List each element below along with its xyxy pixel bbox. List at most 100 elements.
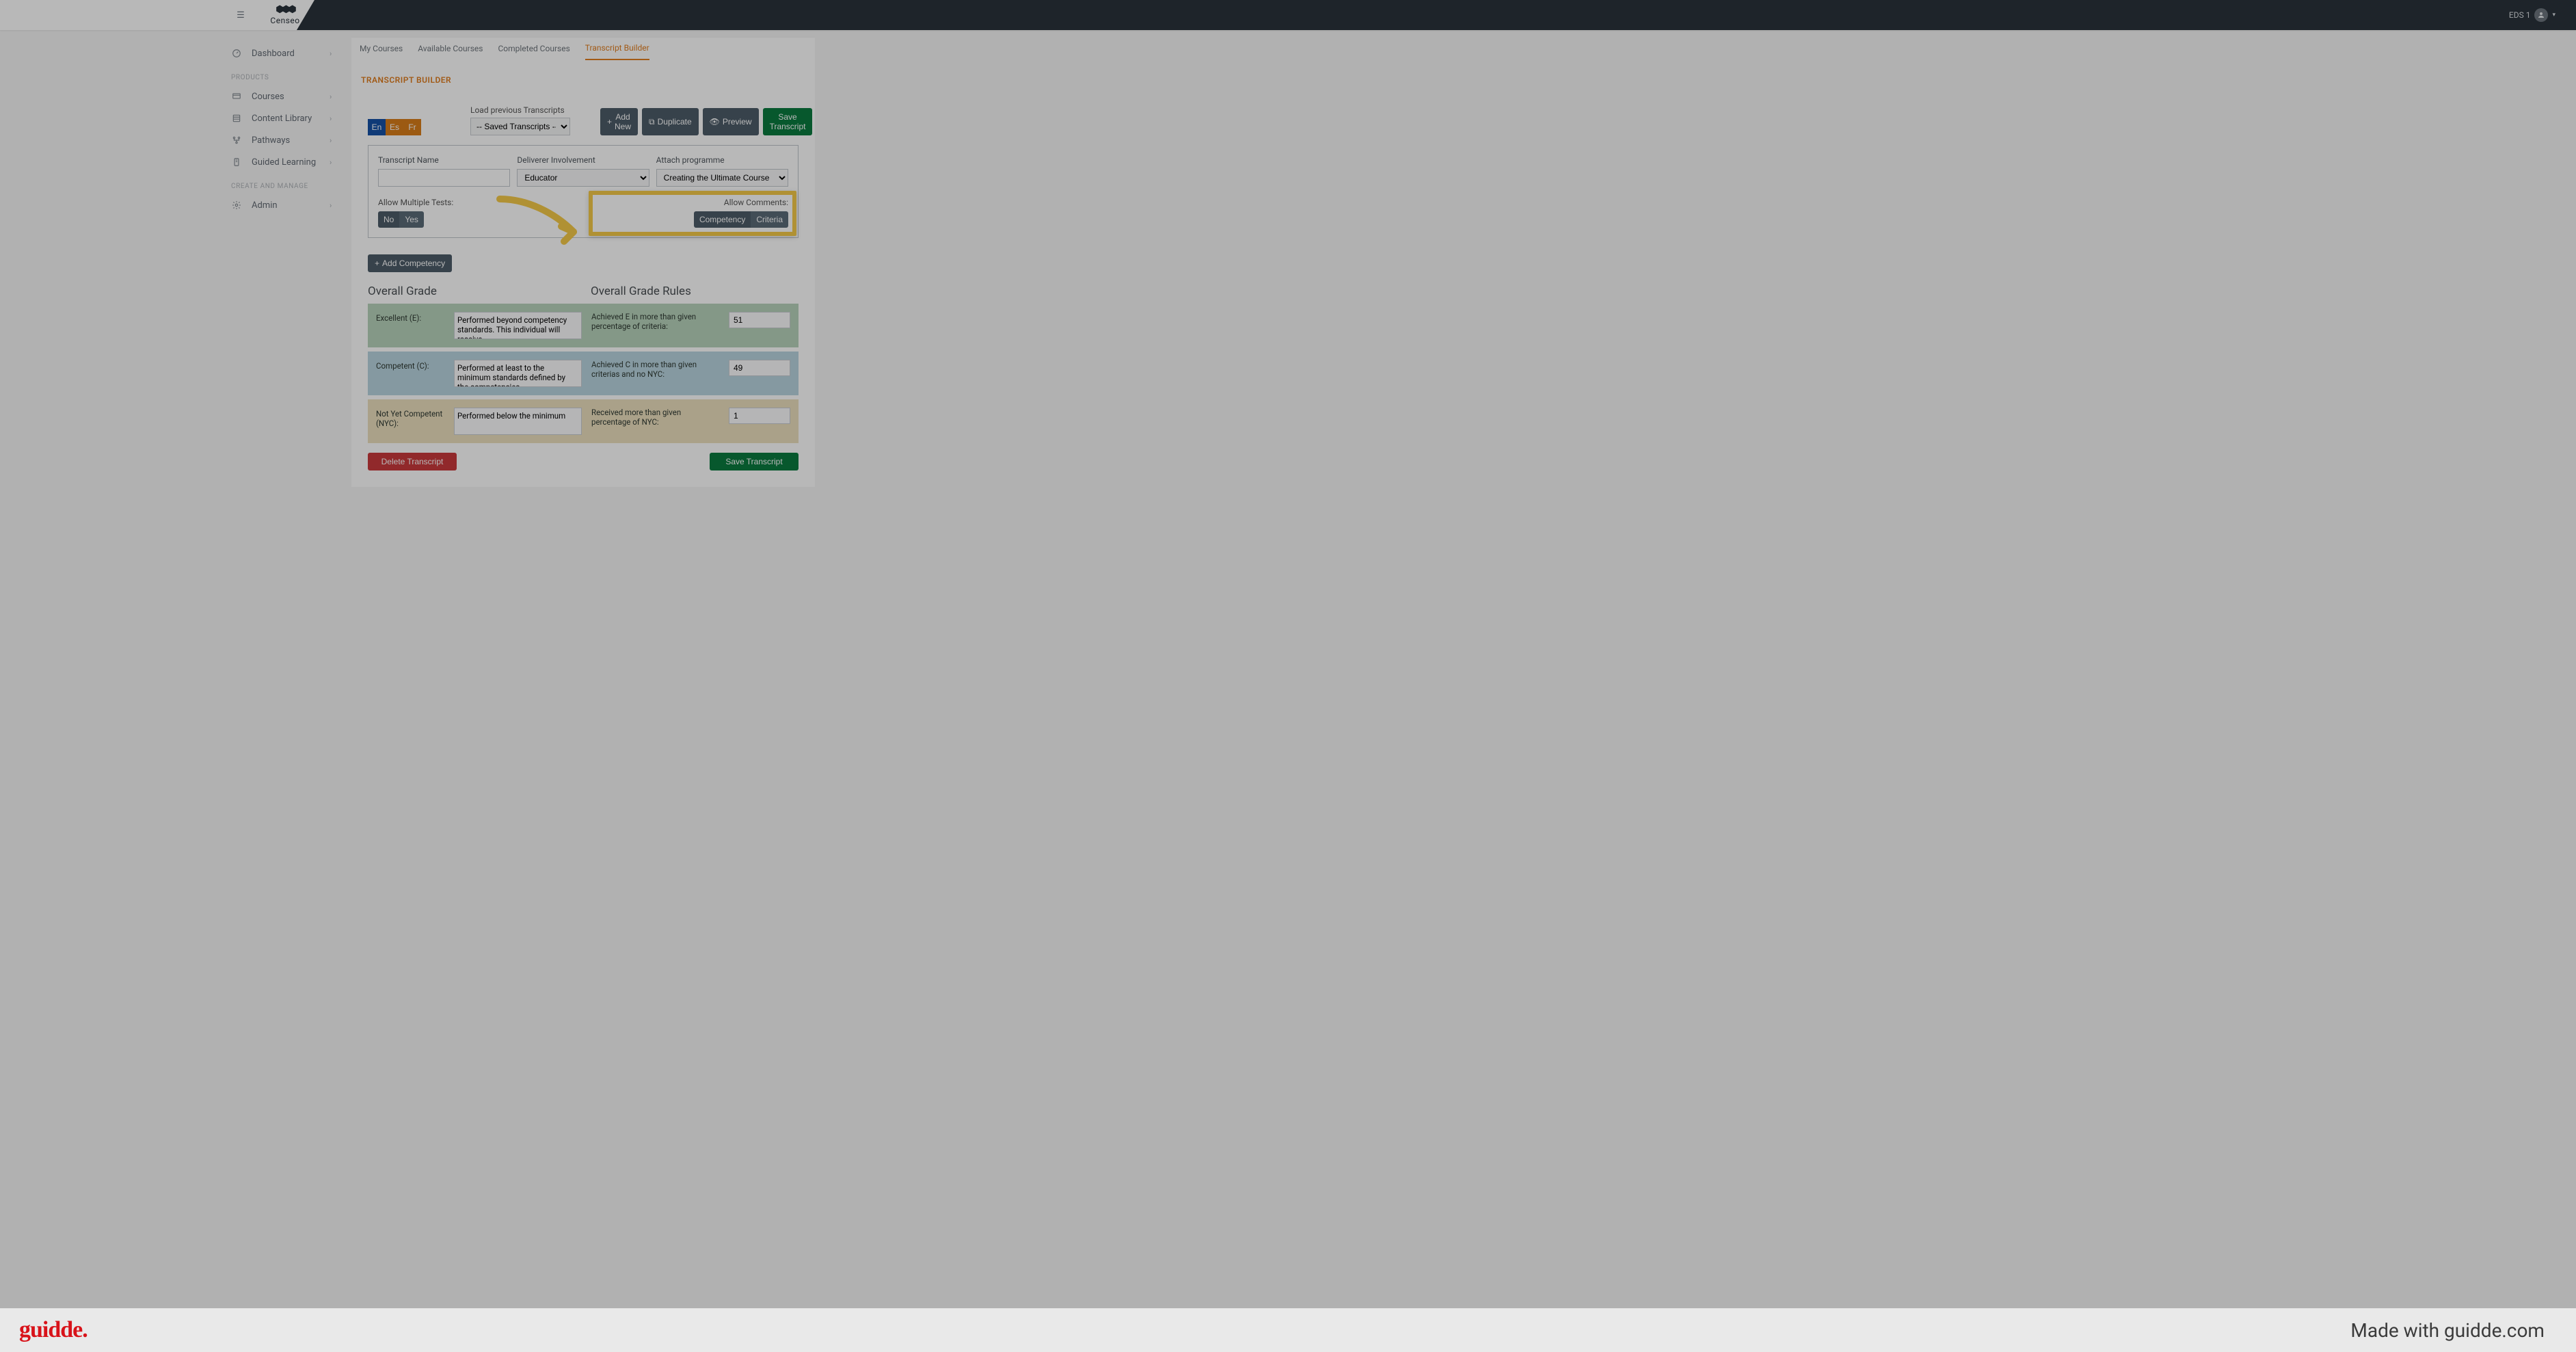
comments-criteria-button[interactable]: Criteria <box>751 211 788 228</box>
lang-en-button[interactable]: En <box>368 119 386 135</box>
lang-fr-button[interactable]: Fr <box>403 119 421 135</box>
add-new-button[interactable]: + Add New <box>600 108 638 135</box>
allow-multi-block: Allow Multiple Tests: No Yes <box>378 198 453 228</box>
chevron-right-icon: › <box>330 158 339 167</box>
grade-rule-text: Achieved E in more than given percentage… <box>591 312 719 331</box>
chevron-right-icon: › <box>330 114 339 123</box>
grade-row-excellent: Excellent (E): Achieved E in more than g… <box>368 304 799 347</box>
lang-es-button[interactable]: Es <box>386 119 403 135</box>
page-title: TRANSCRIPT BUILDER <box>351 60 815 103</box>
grade-rule-text: Achieved C in more than given criterias … <box>591 360 719 379</box>
allow-comments-toggle: Competency Criteria <box>694 211 788 228</box>
sidebar-item-content-library[interactable]: Content Library › <box>226 107 343 129</box>
btn-label: Duplicate <box>658 117 692 127</box>
sidebar-item-label: Content Library <box>252 114 324 124</box>
caret-down-icon: ▾ <box>2552 12 2555 18</box>
gear-icon <box>231 200 242 211</box>
gutter-left <box>0 30 226 1352</box>
pathways-icon <box>231 135 242 146</box>
plus-icon: + <box>607 117 612 127</box>
grades-header-row: Overall Grade Overall Grade Rules <box>368 284 799 304</box>
tabs: My Courses Available Courses Completed C… <box>351 37 815 60</box>
sidebar-item-guided-learning[interactable]: Guided Learning › <box>226 151 343 173</box>
tab-completed-courses[interactable]: Completed Courses <box>498 38 569 59</box>
logo-text: Censeo <box>270 16 299 25</box>
user-menu[interactable]: EDS 1 ▾ <box>2509 8 2555 22</box>
btn-label: Save Transcript <box>770 112 806 131</box>
callout-arrow-icon <box>493 192 589 261</box>
btn-label: Add New <box>615 112 631 131</box>
header-button-row: + Add New ⧉ Duplicate 👁 Preview Save <box>600 108 812 135</box>
deliverer-field: Deliverer Involvement Educator <box>517 155 649 187</box>
tab-my-courses[interactable]: My Courses <box>360 38 403 59</box>
sidebar-item-courses[interactable]: Courses › <box>226 85 343 107</box>
grade-threshold-input[interactable] <box>729 312 790 328</box>
chevron-right-icon: › <box>330 201 339 210</box>
grade-description-input[interactable] <box>454 312 582 339</box>
multi-no-button[interactable]: No <box>378 211 399 228</box>
sidebar-item-pathways[interactable]: Pathways › <box>226 129 343 151</box>
user-name: EDS 1 <box>2509 10 2531 20</box>
sidebar-group-products: PRODUCTS <box>226 64 343 85</box>
library-icon <box>231 113 242 124</box>
guidde-logo: guidde. <box>19 1317 88 1343</box>
saved-transcripts-select[interactable]: -- Saved Transcripts -- <box>470 118 570 135</box>
multi-yes-button[interactable]: Yes <box>399 211 424 228</box>
sidebar-item-dashboard[interactable]: Dashboard › <box>226 42 343 64</box>
chevron-right-icon: › <box>330 136 339 145</box>
btn-label: Add Competency <box>382 259 445 268</box>
grade-row-competent: Competent (C): Achieved C in more than g… <box>368 352 799 395</box>
sidebar-item-admin[interactable]: Admin › <box>226 194 343 216</box>
allow-multi-toggle: No Yes <box>378 211 424 228</box>
field-label: Allow Multiple Tests: <box>378 198 453 207</box>
sidebar-group-create: CREATE AND MANAGE <box>226 173 343 194</box>
grade-row-nyc: Not Yet Competent (NYC): Received more t… <box>368 399 799 443</box>
sidebar-item-label: Dashboard <box>252 49 324 59</box>
field-label: Attach programme <box>656 155 788 165</box>
grade-threshold-input[interactable] <box>729 360 790 376</box>
add-competency-button[interactable]: + Add Competency <box>368 254 452 272</box>
field-label: Transcript Name <box>378 155 510 165</box>
overall-rules-title: Overall Grade Rules <box>591 284 799 298</box>
footer-buttons: Delete Transcript Save Transcript <box>368 453 799 470</box>
btn-label: Preview <box>723 117 752 127</box>
copy-icon: ⧉ <box>649 117 655 127</box>
programme-select[interactable]: Creating the Ultimate Course <box>656 169 788 187</box>
tab-available-courses[interactable]: Available Courses <box>418 38 483 59</box>
chevron-right-icon: › <box>330 92 339 101</box>
guided-icon <box>231 157 242 168</box>
field-label: Allow Comments: <box>597 198 788 207</box>
grade-threshold-input[interactable] <box>729 408 790 424</box>
deliverer-select[interactable]: Educator <box>517 169 649 187</box>
save-transcript-button[interactable]: Save Transcript <box>710 453 799 470</box>
allow-comments-block: Allow Comments: Competency Criteria <box>597 198 788 228</box>
load-previous-wrap: Load previous Transcripts -- Saved Trans… <box>470 105 570 135</box>
content-wrap: My Courses Available Courses Completed C… <box>343 30 1468 1352</box>
guidde-bar: guidde. Made with guidde.com <box>0 1308 2576 1352</box>
allow-comments-highlight: Allow Comments: Competency Criteria <box>589 191 796 236</box>
dashboard-icon <box>231 48 242 59</box>
hamburger-button[interactable]: ☰ <box>226 0 256 30</box>
guidde-attribution: Made with guidde.com <box>2350 1319 2545 1342</box>
grade-label: Competent (C): <box>376 360 444 371</box>
sidebar-item-label: Admin <box>252 200 324 211</box>
grade-description-input[interactable] <box>454 360 582 387</box>
panel: En Es Fr Load previous Transcripts -- Sa… <box>351 103 815 487</box>
tab-transcript-builder[interactable]: Transcript Builder <box>585 37 649 60</box>
grade-rule-text: Received more than given percentage of N… <box>591 408 719 427</box>
gutter-right <box>1468 30 2576 1352</box>
duplicate-button[interactable]: ⧉ Duplicate <box>642 108 699 135</box>
sidebar-item-label: Pathways <box>252 135 324 146</box>
grade-description-input[interactable] <box>454 408 582 435</box>
delete-transcript-button[interactable]: Delete Transcript <box>368 453 457 470</box>
user-avatar-icon <box>2534 8 2548 22</box>
allow-comments-wrap: Allow Comments: Competency Criteria <box>597 198 788 228</box>
top-bar: ☰ ⬢⬢⬢ Censeo EDS 1 ▾ <box>0 0 2576 30</box>
sidebar: Dashboard › PRODUCTS Courses › Content L… <box>226 30 343 1352</box>
comments-competency-button[interactable]: Competency <box>694 211 751 228</box>
page-body: Dashboard › PRODUCTS Courses › Content L… <box>0 30 2576 1352</box>
form-row-1: Transcript Name Deliverer Involvement Ed… <box>378 155 788 187</box>
transcript-name-input[interactable] <box>378 169 510 187</box>
save-transcript-top-button[interactable]: Save Transcript <box>763 108 813 135</box>
preview-button[interactable]: 👁 Preview <box>703 108 759 135</box>
